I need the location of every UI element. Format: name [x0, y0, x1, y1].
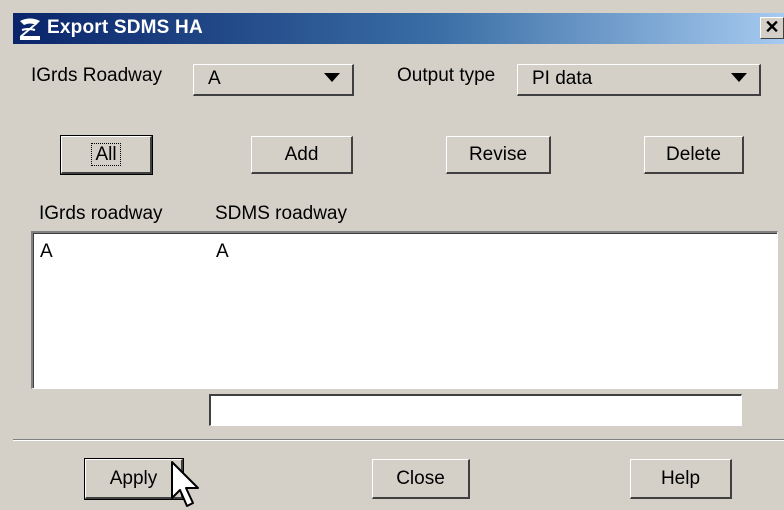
list-item-igrds: A: [40, 241, 53, 262]
close-window-button[interactable]: ✕: [760, 17, 784, 39]
title-bar[interactable]: Export SDMS HA ✕: [13, 13, 784, 44]
all-button[interactable]: All: [60, 135, 153, 175]
igrds-roadway-label: IGrds Roadway: [31, 65, 162, 86]
output-type-dropdown[interactable]: PI data: [517, 64, 761, 96]
column-header-sdms-roadway: SDMS roadway: [215, 203, 347, 224]
close-button[interactable]: Close: [372, 459, 470, 499]
igrds-roadway-value: A: [208, 68, 221, 89]
add-button[interactable]: Add: [251, 136, 353, 174]
list-item[interactable]: A A: [34, 241, 774, 263]
app-logo-icon: [20, 18, 40, 40]
divider: [13, 439, 784, 441]
window-title: Export SDMS HA: [47, 17, 203, 38]
delete-button[interactable]: Delete: [644, 136, 744, 174]
help-button[interactable]: Help: [630, 459, 732, 499]
column-header-igrds-roadway: IGrds roadway: [39, 203, 163, 224]
chevron-down-icon: [731, 73, 747, 82]
mouse-pointer-icon: [171, 461, 199, 507]
close-icon: ✕: [764, 17, 780, 37]
revise-button[interactable]: Revise: [446, 136, 551, 174]
igrds-roadway-dropdown[interactable]: A: [193, 64, 354, 96]
all-button-label: All: [91, 142, 121, 166]
sdms-roadway-field[interactable]: [209, 394, 742, 426]
apply-button[interactable]: Apply: [84, 458, 184, 500]
roadway-list[interactable]: A A: [31, 231, 778, 389]
output-type-label: Output type: [397, 65, 496, 86]
output-type-value: PI data: [532, 68, 593, 89]
list-item-sdms: A: [216, 241, 229, 262]
chevron-down-icon: [324, 73, 340, 82]
